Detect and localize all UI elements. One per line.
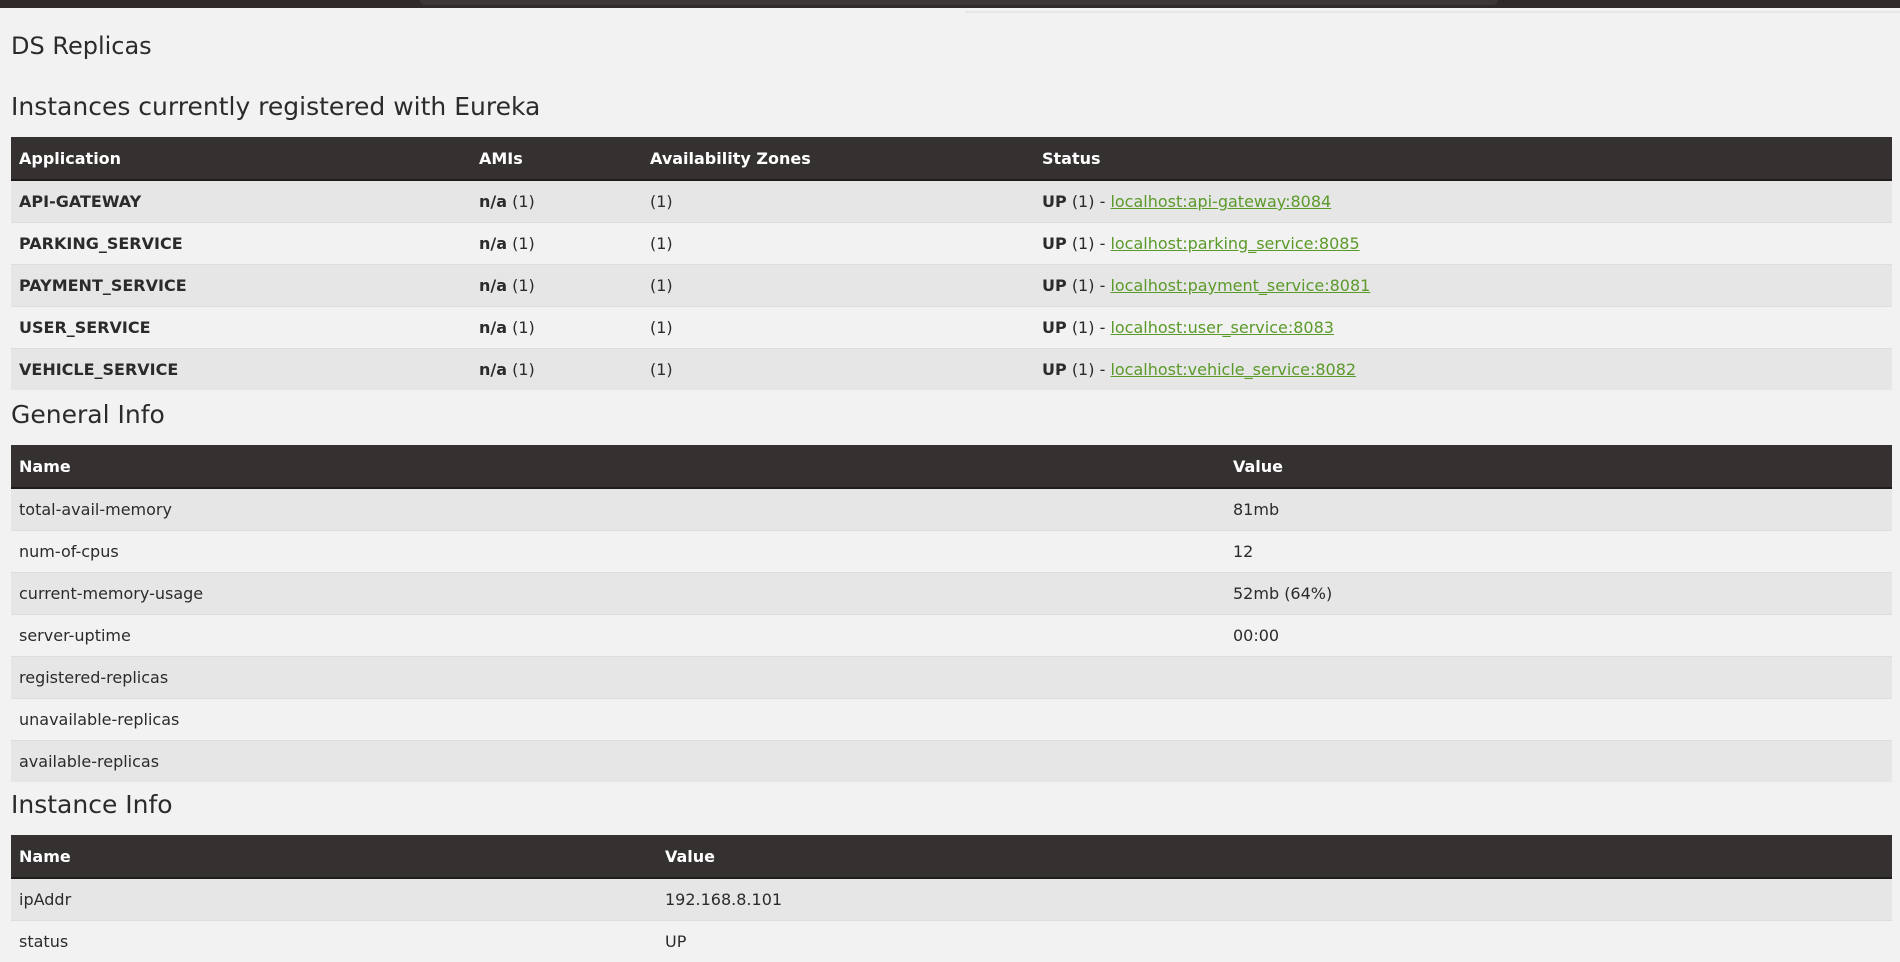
info-value — [1225, 657, 1892, 699]
ami-cell: n/a (1) — [471, 349, 642, 391]
top-bar — [0, 0, 1900, 8]
info-name: num-of-cpus — [11, 531, 1225, 573]
table-row: server-uptime 00:00 — [11, 615, 1892, 657]
instances-header-row: Application AMIs Availability Zones Stat… — [11, 137, 1892, 180]
status-count: (1) - — [1072, 234, 1106, 253]
table-row: USER_SERVICE n/a (1) (1) UP (1) - localh… — [11, 307, 1892, 349]
status-cell: UP (1) - localhost:api-gateway:8084 — [1034, 180, 1892, 223]
column-header-name: Name — [11, 445, 1225, 488]
column-header-availability-zones: Availability Zones — [642, 137, 1034, 180]
top-bar-tab — [420, 0, 1498, 5]
ami-count: (1) — [512, 360, 535, 379]
status-count: (1) - — [1072, 192, 1106, 211]
status-label: UP — [1042, 360, 1067, 379]
column-header-amis: AMIs — [471, 137, 642, 180]
info-value — [1225, 699, 1892, 741]
application-name: VEHICLE_SERVICE — [11, 349, 471, 391]
status-count: (1) - — [1072, 276, 1106, 295]
instance-link[interactable]: localhost:parking_service:8085 — [1110, 234, 1359, 253]
table-row: total-avail-memory 81mb — [11, 488, 1892, 531]
table-row: VEHICLE_SERVICE n/a (1) (1) UP (1) - loc… — [11, 349, 1892, 391]
column-header-value: Value — [1225, 445, 1892, 488]
ami-count: (1) — [512, 234, 535, 253]
info-name: status — [11, 921, 657, 962]
page-title: DS Replicas — [11, 30, 152, 62]
ami-cell: n/a (1) — [471, 265, 642, 307]
table-row: available-replicas — [11, 741, 1892, 783]
availability-zone: (1) — [642, 307, 1034, 349]
application-name: API-GATEWAY — [11, 180, 471, 223]
info-name: ipAddr — [11, 878, 657, 921]
availability-zone: (1) — [642, 349, 1034, 391]
instance-link[interactable]: localhost:user_service:8083 — [1110, 318, 1334, 337]
status-count: (1) - — [1072, 318, 1106, 337]
general-info-section-title: General Info — [11, 398, 165, 432]
status-label: UP — [1042, 192, 1067, 211]
application-name: PARKING_SERVICE — [11, 223, 471, 265]
ami-label: n/a — [479, 360, 507, 379]
ami-cell: n/a (1) — [471, 223, 642, 265]
column-header-application: Application — [11, 137, 471, 180]
status-cell: UP (1) - localhost:user_service:8083 — [1034, 307, 1892, 349]
table-row: API-GATEWAY n/a (1) (1) UP (1) - localho… — [11, 180, 1892, 223]
ami-count: (1) — [512, 318, 535, 337]
status-label: UP — [1042, 276, 1067, 295]
status-label: UP — [1042, 234, 1067, 253]
info-value: UP — [657, 921, 1892, 962]
info-name: available-replicas — [11, 741, 1225, 783]
instance-link[interactable]: localhost:payment_service:8081 — [1110, 276, 1370, 295]
info-value: 81mb — [1225, 488, 1892, 531]
general-info-header-row: Name Value — [11, 445, 1892, 488]
info-name: current-memory-usage — [11, 573, 1225, 615]
table-row: registered-replicas — [11, 657, 1892, 699]
ami-label: n/a — [479, 234, 507, 253]
availability-zone: (1) — [642, 265, 1034, 307]
application-name: PAYMENT_SERVICE — [11, 265, 471, 307]
info-value: 12 — [1225, 531, 1892, 573]
table-row: PAYMENT_SERVICE n/a (1) (1) UP (1) - loc… — [11, 265, 1892, 307]
table-row: ipAddr 192.168.8.101 — [11, 878, 1892, 921]
top-divider — [965, 11, 1900, 13]
instance-link[interactable]: localhost:api-gateway:8084 — [1110, 192, 1331, 211]
status-count: (1) - — [1072, 360, 1106, 379]
instance-info-section-title: Instance Info — [11, 788, 173, 822]
instances-table: Application AMIs Availability Zones Stat… — [11, 137, 1892, 390]
ami-cell: n/a (1) — [471, 180, 642, 223]
table-row: status UP — [11, 921, 1892, 962]
table-row: unavailable-replicas — [11, 699, 1892, 741]
ami-label: n/a — [479, 192, 507, 211]
general-info-table: Name Value total-avail-memory 81mb num-o… — [11, 445, 1892, 782]
status-cell: UP (1) - localhost:payment_service:8081 — [1034, 265, 1892, 307]
status-cell: UP (1) - localhost:parking_service:8085 — [1034, 223, 1892, 265]
column-header-value: Value — [657, 835, 1892, 878]
table-row: PARKING_SERVICE n/a (1) (1) UP (1) - loc… — [11, 223, 1892, 265]
info-value — [1225, 741, 1892, 783]
instance-link[interactable]: localhost:vehicle_service:8082 — [1110, 360, 1356, 379]
instance-info-header-row: Name Value — [11, 835, 1892, 878]
info-value: 192.168.8.101 — [657, 878, 1892, 921]
info-name: unavailable-replicas — [11, 699, 1225, 741]
column-header-status: Status — [1034, 137, 1892, 180]
ami-count: (1) — [512, 192, 535, 211]
status-label: UP — [1042, 318, 1067, 337]
instance-info-table: Name Value ipAddr 192.168.8.101 status U… — [11, 835, 1892, 962]
ami-label: n/a — [479, 318, 507, 337]
info-value: 52mb (64%) — [1225, 573, 1892, 615]
info-name: total-avail-memory — [11, 488, 1225, 531]
table-row: current-memory-usage 52mb (64%) — [11, 573, 1892, 615]
table-row: num-of-cpus 12 — [11, 531, 1892, 573]
status-cell: UP (1) - localhost:vehicle_service:8082 — [1034, 349, 1892, 391]
application-name: USER_SERVICE — [11, 307, 471, 349]
instances-section-title: Instances currently registered with Eure… — [11, 90, 540, 124]
column-header-name: Name — [11, 835, 657, 878]
info-name: registered-replicas — [11, 657, 1225, 699]
availability-zone: (1) — [642, 223, 1034, 265]
info-name: server-uptime — [11, 615, 1225, 657]
info-value: 00:00 — [1225, 615, 1892, 657]
ami-count: (1) — [512, 276, 535, 295]
ami-cell: n/a (1) — [471, 307, 642, 349]
availability-zone: (1) — [642, 180, 1034, 223]
ami-label: n/a — [479, 276, 507, 295]
